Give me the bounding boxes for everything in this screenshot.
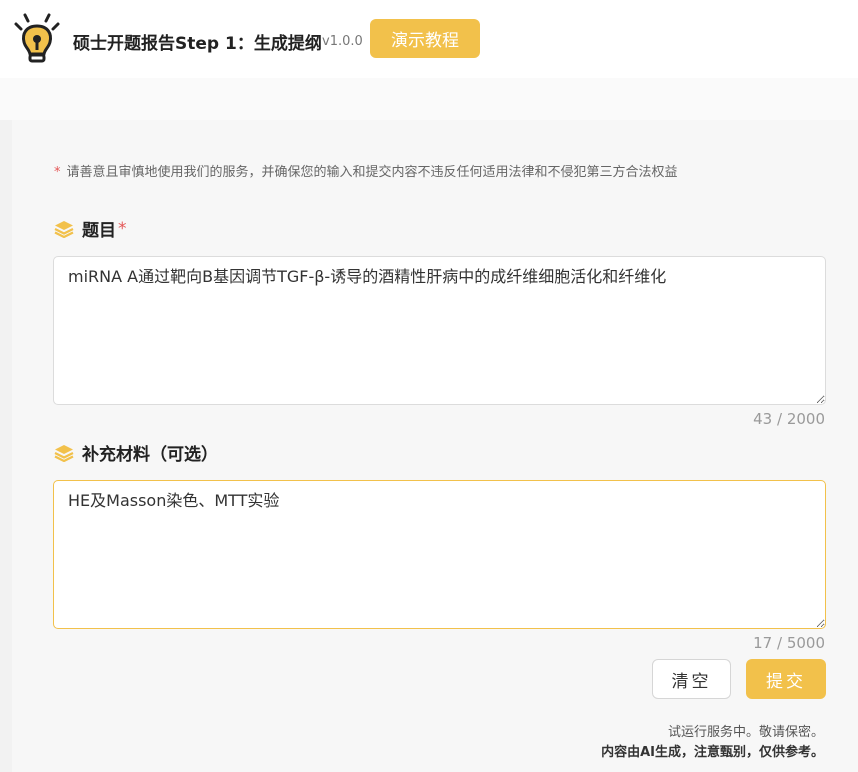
lightbulb-logo-icon — [14, 13, 60, 63]
topic-label-text: 题目 — [82, 221, 116, 241]
required-mark: * — [118, 218, 127, 239]
demo-tutorial-button[interactable]: 演示教程 — [370, 19, 480, 58]
ai-disclaimer: 内容由AI生成，注意甄别，仅供参考。 — [601, 745, 824, 760]
topic-char-counter: 43 / 2000 — [753, 410, 825, 428]
materials-label-text: 补充材料（可选） — [82, 445, 218, 465]
top-bar: 硕士开题报告Step 1：生成提纲 v1.0.0 演示教程 — [0, 0, 858, 78]
clear-button[interactable]: 清空 — [652, 659, 731, 699]
notice-asterisk: * — [54, 165, 61, 180]
materials-char-counter: 17 / 5000 — [753, 634, 825, 652]
trial-notice: 试运行服务中。敬请保密。 — [667, 725, 824, 740]
usage-notice: * 请善意且审慎地使用我们的服务，并确保您的输入和提交内容不违反任何适用法律和不侵… — [54, 161, 678, 180]
layers-icon — [54, 220, 74, 238]
app-version: v1.0.0 — [322, 34, 363, 49]
topic-label: 题目 * — [54, 216, 127, 241]
header-band — [0, 78, 858, 120]
materials-input[interactable]: HE及Masson染色、MTT实验 — [53, 480, 826, 629]
app-title: 硕士开题报告Step 1：生成提纲 — [73, 34, 322, 54]
topic-input[interactable]: miRNA A通过靶向B基因调节TGF-β-诱导的酒精性肝病中的成纤维细胞活化和… — [53, 256, 826, 405]
layers-icon — [54, 444, 74, 462]
submit-button[interactable]: 提交 — [746, 659, 826, 699]
materials-label: 补充材料（可选） — [54, 440, 218, 465]
notice-text: 请善意且审慎地使用我们的服务，并确保您的输入和提交内容不违反任何适用法律和不侵犯… — [66, 165, 678, 180]
